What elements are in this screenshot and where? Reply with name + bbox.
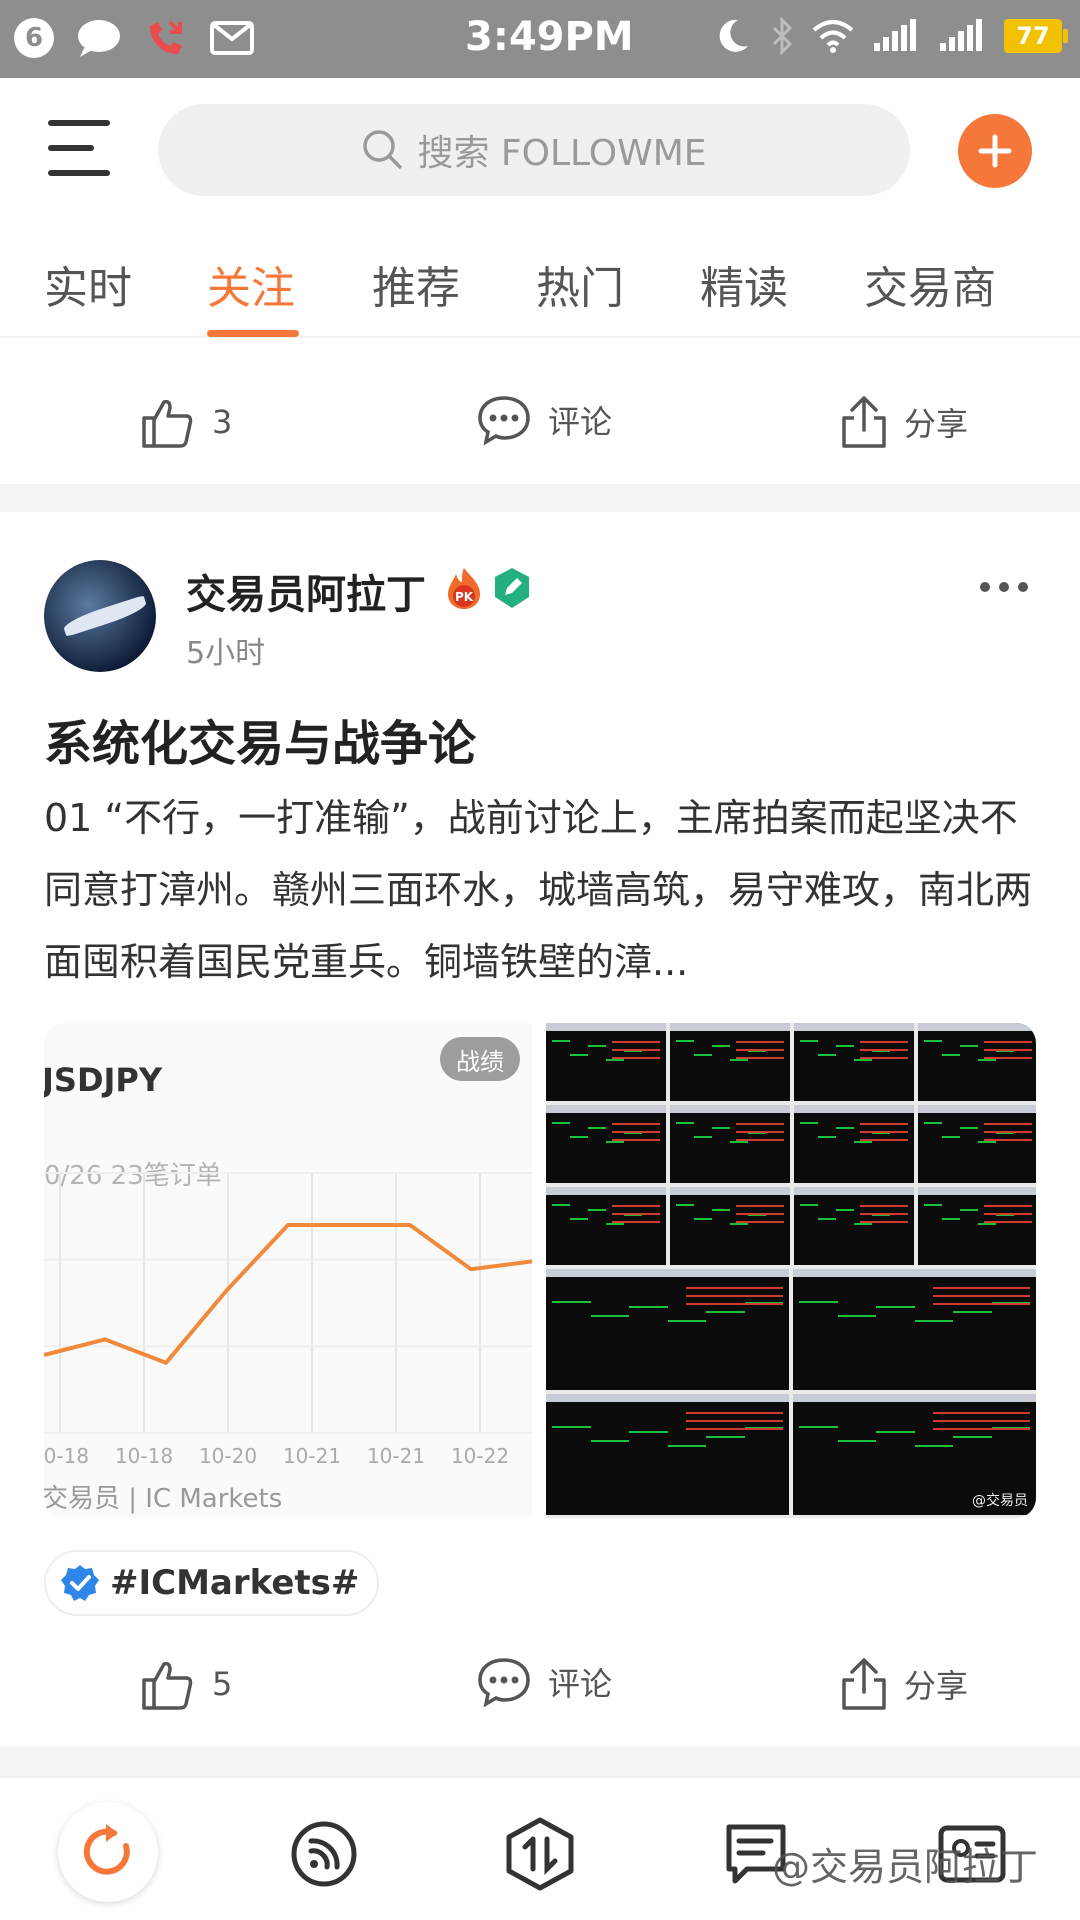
hashtag-label: #ICMarkets# [110,1563,360,1603]
screenshot-tile [794,1187,914,1265]
chart-tick-label: 10-18 [115,1444,173,1468]
signal-icon-sim2 [874,19,916,51]
tab-featured[interactable]: 精读 [700,252,788,316]
missed-call-icon [150,20,182,54]
add-post-button[interactable] [958,114,1032,188]
like-button[interactable]: 5 [140,1656,232,1712]
chart-tick-label: 10-21 [283,1444,341,1468]
post-image-chart[interactable]: JSDJPY 0/26 23笔订单 战绩 10-1810-1810-2010-2… [44,1023,532,1518]
author-name[interactable]: 交易员阿拉丁 [186,562,426,620]
refresh-button[interactable] [58,1802,158,1902]
nav-trade[interactable] [492,1806,588,1902]
screenshot-tile [546,1394,789,1515]
hashtag-chip[interactable]: #ICMarkets# [44,1550,380,1616]
chart-series-line [44,1223,532,1365]
post-time: 5小时 [186,636,266,671]
tab-brokers[interactable]: 交易商 [864,252,996,316]
chart-footer: 交易员 | IC Markets [44,1484,283,1514]
screenshot-tile [670,1023,790,1101]
verified-badge-icon [61,1565,99,1601]
comment-button[interactable]: 评论 [476,1656,612,1708]
refresh-icon [83,1824,130,1875]
like-count: 5 [212,1665,233,1703]
chart-tick-label: 10-20 [199,1444,257,1468]
comment-icon [478,396,530,446]
screenshot-tile [918,1187,1036,1265]
prev-post-actions: 3 评论 分享 [0,366,1080,476]
like-button[interactable]: 3 [140,394,232,450]
post-actions: 5 评论 分享 [0,1628,1080,1738]
plus-icon [978,134,1012,168]
screenshot-tile [670,1187,790,1265]
bluetooth-icon [772,16,793,56]
signal-icon-sim1 [940,19,982,51]
search-placeholder: 搜索 FOLLOWME [417,133,707,174]
screenshot-tile [546,1269,789,1390]
chart-tick-label: 10-22 [451,1444,509,1468]
status-left-icons: 6 [14,16,254,60]
screenshot-tile [793,1269,1036,1390]
notification-count-badge: 6 [14,18,54,58]
image-watermark: @交易员 [972,1493,1028,1509]
like-count: 3 [212,403,233,441]
screenshot-tile [546,1105,666,1183]
share-button[interactable]: 分享 [840,1656,968,1712]
tab-following[interactable]: 关注 [207,252,295,316]
share-button[interactable]: 分享 [840,394,968,450]
thumbs-up-icon [142,399,193,448]
comment-label: 评论 [548,403,613,441]
search-icon [363,130,403,170]
screenshot-tile [918,1023,1036,1101]
status-right-icons: 77 [712,16,1068,56]
avatar[interactable] [44,560,156,672]
screenshot-tile [670,1105,790,1183]
wifi-icon [812,20,854,53]
search-input[interactable]: 搜索 FOLLOWME [158,104,910,196]
moon-icon [719,19,748,52]
comment-icon [478,1658,530,1708]
app-header: 搜索 FOLLOWME [0,78,1080,224]
post-body[interactable]: 01 “不行，一打准输”，战前讨论上，主席拍案而起坚决不同意打漳州。赣州三面环水… [44,782,1044,998]
comment-label: 评论 [548,1665,613,1703]
feed-divider [0,484,1080,512]
trade-exchange-icon [506,1817,574,1891]
tab-realtime[interactable]: 实时 [44,252,132,316]
status-bar: 6 3:49PM 77 [0,0,1080,78]
pk-fire-badge-icon: PK [448,568,480,609]
feed-tabs: 实时 关注 推荐 热门 精读 交易商 [0,224,1080,338]
image-source-watermark: @交易员阿拉丁 [772,1845,1039,1889]
screenshot-tile [794,1105,914,1183]
svg-text:PK: PK [455,590,474,604]
clock: 3:49PM [465,14,634,60]
post-title[interactable]: 系统化交易与战争论 [44,704,476,774]
mail-icon [210,21,254,55]
active-tab-indicator [207,330,299,337]
share-label: 分享 [904,1667,969,1705]
comment-button[interactable]: 评论 [476,394,612,446]
screenshot-tile [918,1105,1036,1183]
menu-icon[interactable] [48,120,110,178]
screenshot-tile [546,1187,666,1265]
verified-edit-badge-icon [495,568,529,608]
tab-recommended[interactable]: 推荐 [372,252,460,316]
nav-feed[interactable] [276,1806,372,1902]
share-icon [842,1658,886,1710]
chart-tick-label: 10-18 [44,1444,89,1468]
screenshot-tile [546,1023,666,1101]
more-options-icon[interactable] [980,582,1028,592]
share-label: 分享 [904,405,969,443]
chart-tick-label: 10-21 [367,1444,425,1468]
screenshot-tile [794,1023,914,1101]
thumbs-up-icon [142,1661,193,1710]
battery-indicator: 77 [1004,19,1068,53]
performance-line-chart: 10-18 10-18 10-20 10-21 10-21 10-22 [44,1172,532,1468]
message-icon [78,20,120,57]
author-badges: PK [444,566,532,610]
post-image-screenshots[interactable]: @交易员 [546,1023,1036,1518]
tab-hot[interactable]: 热门 [536,252,624,316]
feed-divider [0,1746,1080,1776]
share-icon [842,396,886,448]
feed-rss-icon [291,1821,357,1887]
